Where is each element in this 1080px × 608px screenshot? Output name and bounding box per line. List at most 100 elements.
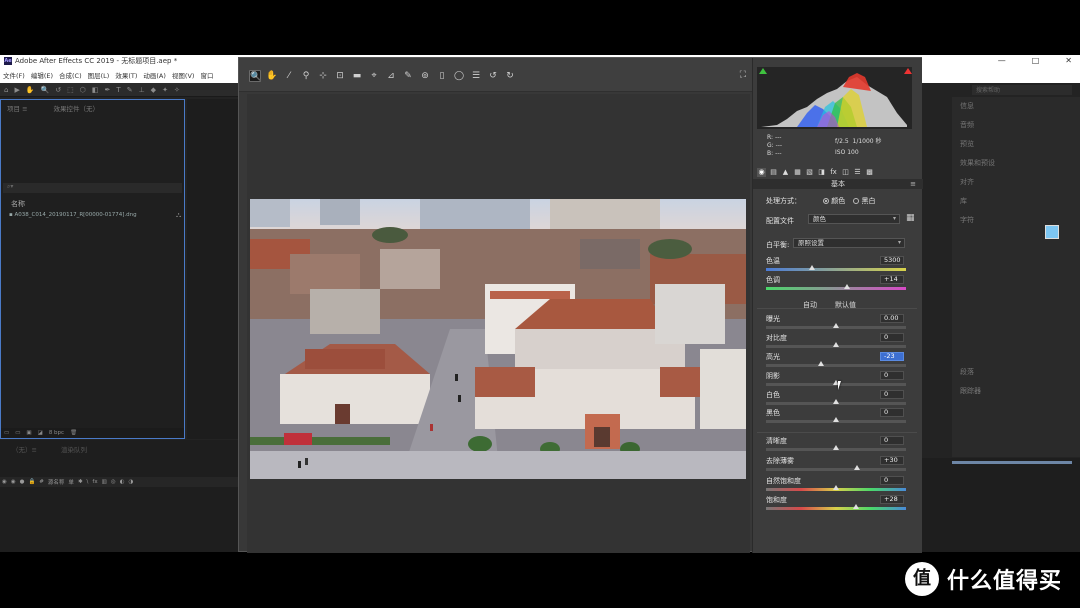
panel-align[interactable]: 对齐 <box>952 173 1080 192</box>
slider-track[interactable] <box>766 265 906 271</box>
slider-value-input[interactable]: 0 <box>880 333 904 342</box>
graduated-filter-icon[interactable]: ▯ <box>436 70 448 82</box>
menu-composition[interactable]: 合成(C) <box>59 69 82 83</box>
slider-value-input[interactable]: 0 <box>880 390 904 399</box>
rotate-right-icon[interactable]: ↻ <box>504 70 516 82</box>
tab-timeline-none[interactable]: （无）≡ <box>12 444 37 454</box>
slider-track[interactable] <box>766 399 906 405</box>
lock-icon[interactable]: 🔒 <box>28 479 35 485</box>
tab-project[interactable]: 项目 ≡ <box>7 103 28 113</box>
profile-browser-icon[interactable]: ▦ <box>906 213 918 223</box>
menu-window[interactable]: 窗口 <box>200 69 213 83</box>
slider-value-input[interactable]: 0 <box>880 408 904 417</box>
selection-tool-icon[interactable]: ▶ <box>14 86 19 94</box>
profile-select[interactable]: 颜色 ▾ <box>808 214 900 224</box>
panel-character[interactable]: 字符 <box>952 211 1080 230</box>
maximize-button[interactable]: □ <box>1032 56 1040 65</box>
work-area-bar[interactable] <box>952 461 1072 464</box>
highlight-clipping-warning-icon[interactable] <box>904 68 912 74</box>
frame-blend-switch[interactable]: ▥ <box>102 479 107 485</box>
crop-tool-icon[interactable]: ⊡ <box>334 70 346 82</box>
tab-snapshots-icon[interactable]: ▩ <box>865 168 874 177</box>
pan-behind-tool-icon[interactable]: ⬡ <box>80 86 86 94</box>
new-folder-icon[interactable]: ▭ <box>15 430 20 436</box>
menu-layer[interactable]: 图层(L) <box>88 69 110 83</box>
white-balance-select[interactable]: 原照设置 ▾ <box>793 238 905 248</box>
slider-thumb[interactable] <box>833 399 839 404</box>
preview-photo[interactable] <box>250 199 746 479</box>
slider-thumb[interactable] <box>833 485 839 490</box>
zoom-tool-icon[interactable]: 🔍 <box>249 70 261 82</box>
tab-effects-icon[interactable]: fx <box>829 168 838 177</box>
slider-track[interactable] <box>766 361 906 367</box>
straighten-tool-icon[interactable]: ▬ <box>351 70 363 82</box>
interpret-footage-icon[interactable]: ▭ <box>4 430 9 436</box>
spot-removal-tool-icon[interactable]: ⊿ <box>385 70 397 82</box>
adjustment-brush-icon[interactable]: ⊚ <box>419 70 431 82</box>
panel-preview[interactable]: 预览 <box>952 135 1080 154</box>
slider-track[interactable] <box>766 445 906 451</box>
camera-tool-icon[interactable]: ⬚ <box>67 86 74 94</box>
quality-switch[interactable]: \ <box>87 479 89 485</box>
tab-tone-curve-icon[interactable]: ▤ <box>769 168 778 177</box>
menu-view[interactable]: 视图(V) <box>172 69 195 83</box>
tab-render-queue[interactable]: 渲染队列 <box>61 444 87 454</box>
tab-basic-icon[interactable]: ◉ <box>757 167 766 177</box>
shy-switch[interactable]: 单 <box>68 478 74 486</box>
eraser-tool-icon[interactable]: ◆ <box>151 86 156 94</box>
fx-switch[interactable]: fx <box>92 479 97 485</box>
panel-tracker[interactable]: 跟踪器 <box>952 382 1080 401</box>
source-name-column[interactable]: 源名称 <box>48 478 65 486</box>
treatment-bw-radio[interactable] <box>853 198 860 204</box>
slider-thumb[interactable] <box>833 417 839 422</box>
project-search-input[interactable]: ⌕▾ <box>3 183 182 193</box>
column-header-name[interactable]: 名称 <box>3 199 25 209</box>
slider-thumb[interactable] <box>844 284 851 289</box>
trash-icon[interactable]: 🗑 <box>70 430 77 436</box>
roto-brush-tool-icon[interactable]: ✦ <box>162 86 168 94</box>
motion-blur-switch[interactable]: ◎ <box>111 479 116 485</box>
slider-thumb[interactable] <box>833 445 839 450</box>
collapse-switch[interactable]: ✱ <box>78 479 83 485</box>
minimize-button[interactable]: — <box>998 56 1006 65</box>
rotate-tool-icon[interactable]: ↺ <box>55 86 61 94</box>
radial-filter-icon[interactable]: ◯ <box>453 70 465 82</box>
slider-value-input[interactable]: +30 <box>880 456 904 465</box>
slider-thumb[interactable] <box>833 323 839 328</box>
slider-value-input[interactable]: -23 <box>880 352 904 361</box>
tab-calibration-icon[interactable]: ◫ <box>841 168 850 177</box>
white-balance-tool-icon[interactable]: ⁄ <box>283 70 295 82</box>
adjustment-layer-switch[interactable]: ◐ <box>120 479 125 485</box>
shadow-clipping-warning-icon[interactable] <box>759 68 767 74</box>
tab-lens-icon[interactable]: ◨ <box>817 168 826 177</box>
color-sampler-tool-icon[interactable]: ⚲ <box>300 70 312 82</box>
video-switch-icon[interactable]: ◉ <box>2 479 7 485</box>
hand-tool-icon[interactable]: ✋ <box>266 70 278 82</box>
label-column[interactable]: # <box>39 479 44 485</box>
project-file-item[interactable]: ▪ A038_C014_20190117_R[00000-01774].dng <box>9 212 137 218</box>
slider-thumb[interactable] <box>852 504 859 509</box>
panel-audio[interactable]: 音频 <box>952 116 1080 135</box>
bit-depth-button[interactable]: 8 bpc <box>49 430 64 436</box>
slider-value-input[interactable]: 5300 <box>880 256 904 265</box>
slider-value-input[interactable]: 0 <box>880 476 904 485</box>
brush-tool-icon[interactable]: ✎ <box>127 86 133 94</box>
3d-layer-switch[interactable]: ◑ <box>128 479 133 485</box>
slider-track[interactable] <box>766 380 906 386</box>
home-icon[interactable]: ⌂ <box>4 86 8 94</box>
slider-track[interactable] <box>766 504 906 510</box>
audio-switch-icon[interactable]: ◉ <box>11 479 16 485</box>
menu-animation[interactable]: 动画(A) <box>143 69 166 83</box>
menu-edit[interactable]: 编辑(E) <box>31 69 53 83</box>
tab-presets-icon[interactable]: ☰ <box>853 168 862 177</box>
tab-hsl-icon[interactable]: ▦ <box>793 168 802 177</box>
hand-tool-icon[interactable]: ✋ <box>26 86 35 94</box>
panel-library[interactable]: 库 <box>952 192 1080 211</box>
menu-file[interactable]: 文件(F) <box>3 69 25 83</box>
slider-track[interactable] <box>766 417 906 423</box>
fullscreen-icon[interactable]: ⛶ <box>740 70 746 80</box>
rotate-left-icon[interactable]: ↺ <box>487 70 499 82</box>
slider-track[interactable] <box>766 465 906 471</box>
zoom-tool-icon[interactable]: 🔍 <box>41 86 50 94</box>
slider-track[interactable] <box>766 323 906 329</box>
